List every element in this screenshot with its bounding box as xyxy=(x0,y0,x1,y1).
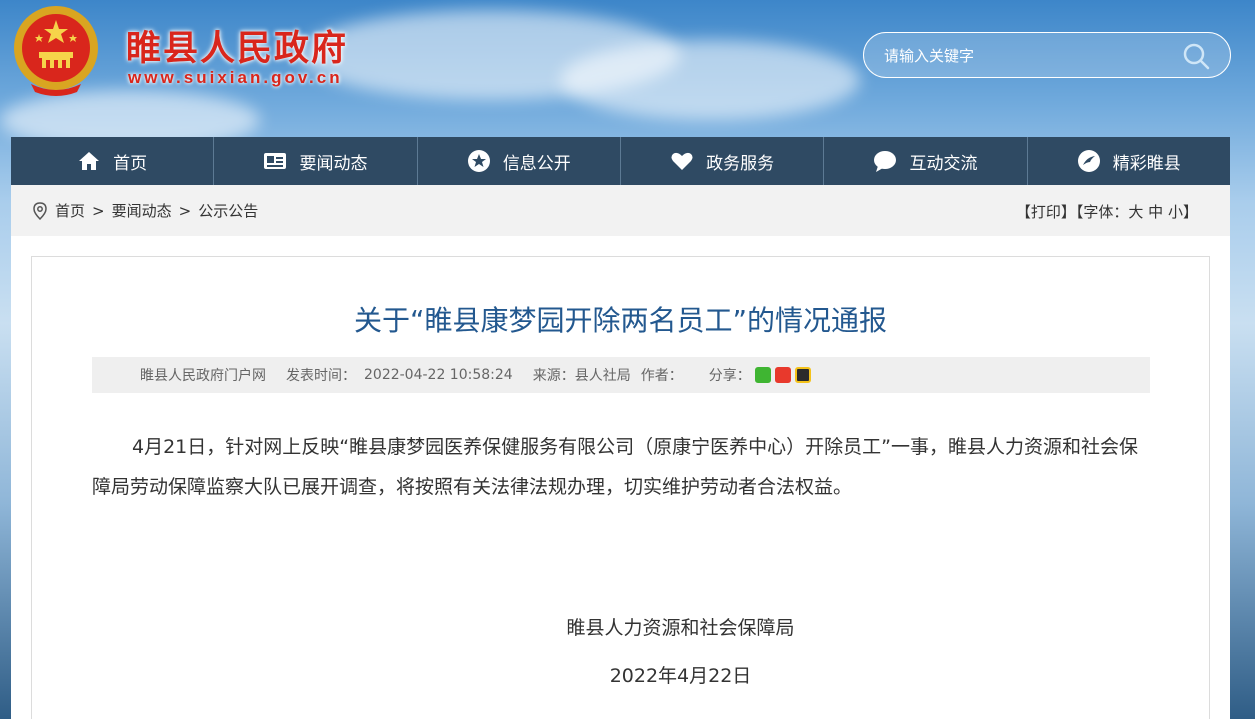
bird-icon xyxy=(1077,150,1100,172)
location-pin-icon xyxy=(33,201,47,220)
page-tools: 【打印】【字体：大 中 小】 xyxy=(1016,201,1198,222)
national-emblem-icon xyxy=(14,6,98,96)
font-small-button[interactable]: 小 xyxy=(1168,203,1183,221)
content-area: 首页 > 要闻动态 > 公示公告 【打印】【字体：大 中 小】 关于“睢县康梦园… xyxy=(11,185,1230,719)
font-size-suffix: 】 xyxy=(1182,203,1198,221)
signature-date: 2022年4月22日 xyxy=(609,665,752,687)
nav-item-services[interactable]: 政务服务 xyxy=(621,137,825,185)
breadcrumb-separator: > xyxy=(92,201,105,220)
article-body: 4月21日，针对网上反映“睢县康梦园医养保健服务有限公司（原康宁医养中心）开除员… xyxy=(92,436,1138,498)
breadcrumb-home-link[interactable]: 首页 xyxy=(55,200,85,221)
font-size-prefix: 【字体： xyxy=(1075,203,1129,221)
nav-item-label: 精彩睢县 xyxy=(1112,153,1181,174)
nav-item-label: 首页 xyxy=(113,153,148,174)
article-title: 关于“睢县康梦园开除两名员工”的情况通报 xyxy=(353,304,887,337)
news-card-icon xyxy=(264,153,287,169)
print-button[interactable]: 【打印】 xyxy=(1016,203,1076,221)
home-icon xyxy=(79,152,100,170)
search-input[interactable] xyxy=(884,44,1174,68)
star-circle-icon xyxy=(467,150,490,172)
font-medium-button[interactable]: 中 xyxy=(1148,203,1163,221)
wechat-share-icon[interactable] xyxy=(754,367,771,383)
nav-item-label: 信息公开 xyxy=(502,153,571,174)
nav-item-home[interactable]: 首页 xyxy=(11,137,215,185)
nav-item-scenic[interactable]: 精彩睢县 xyxy=(1028,137,1230,185)
breadcrumb: 首页 > 要闻动态 > 公示公告 xyxy=(31,200,258,221)
article-meta: 睢县人民政府门户网 发表时间： 2022-04-22 10:58:24 来源：县… xyxy=(92,357,1150,393)
article-panel: 关于“睢县康梦园开除两名员工”的情况通报 睢县人民政府门户网 发表时间： 202… xyxy=(31,256,1210,719)
nav-item-label: 要闻动态 xyxy=(299,153,368,174)
site-url: www.suixian.gov.cn xyxy=(128,68,343,87)
site-header: 睢县人民政府 www.suixian.gov.cn xyxy=(0,0,1255,137)
meta-origin: 来源：县人社局 xyxy=(532,368,631,384)
meta-source-site: 睢县人民政府门户网 xyxy=(140,368,266,384)
search-box xyxy=(863,32,1231,78)
breadcrumb-notice-link[interactable]: 公示公告 xyxy=(198,200,258,221)
nav-item-info-disclosure[interactable]: 信息公开 xyxy=(418,137,621,185)
site-title: 睢县人民政府 xyxy=(126,29,349,69)
meta-share-label: 分享： xyxy=(708,368,751,384)
chat-bubble-icon xyxy=(874,151,897,172)
nav-item-label: 政务服务 xyxy=(706,153,775,174)
qq-share-icon[interactable] xyxy=(794,367,811,383)
meta-author-label: 作者： xyxy=(640,368,683,384)
meta-publish-label: 发表时间： xyxy=(286,368,356,384)
nav-item-label: 互动交流 xyxy=(909,153,978,174)
breadcrumb-news-link[interactable]: 要闻动态 xyxy=(112,200,172,221)
weibo-share-icon[interactable] xyxy=(774,367,791,383)
breadcrumb-separator: > xyxy=(178,201,192,220)
breadcrumb-bar: 首页 > 要闻动态 > 公示公告 【打印】【字体：大 中 小】 xyxy=(11,185,1230,236)
nav-item-interaction[interactable]: 互动交流 xyxy=(824,137,1028,185)
main-nav: 首页 要闻动态 信息公开 政务服务 互动交流 精彩睢县 xyxy=(11,137,1230,185)
font-large-button[interactable]: 大 xyxy=(1128,203,1143,221)
heart-icon xyxy=(671,152,693,170)
search-icon[interactable] xyxy=(1182,42,1210,70)
signature-org: 睢县人力资源和社会保障局 xyxy=(566,617,795,639)
meta-publish-time: 2022-04-22 10:58:24 xyxy=(364,367,513,383)
nav-item-news[interactable]: 要闻动态 xyxy=(214,137,418,185)
